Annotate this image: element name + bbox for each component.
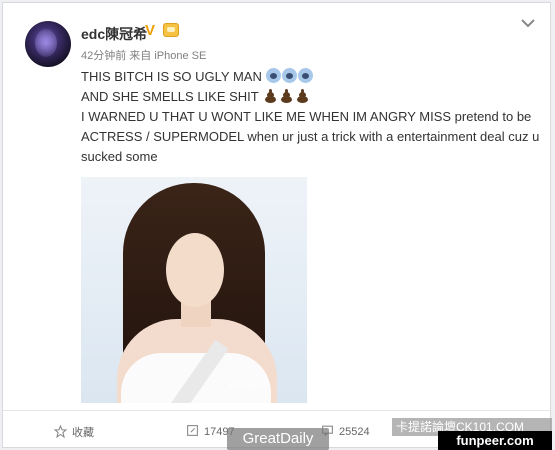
scream-emoji-icon <box>266 68 282 83</box>
post-text: THIS BITCH IS SO UGLY MAN AND SHE SMELLS… <box>81 67 541 167</box>
post-meta: 42分钟前 来自 iPhone SE <box>81 50 207 62</box>
star-icon <box>53 424 68 439</box>
verified-badge-icon[interactable]: V <box>145 22 155 39</box>
weibo-post-card: edc陳冠希 V 42分钟前 来自 iPhone SE THIS BITCH I… <box>2 2 551 448</box>
username-link[interactable]: edc陳冠希 <box>81 24 147 44</box>
poop-emoji-icon <box>279 89 294 103</box>
post-photo[interactable]: @新浪娱乐 <box>81 177 307 403</box>
scream-emoji-icon <box>298 68 314 83</box>
scream-emoji-icon <box>282 68 298 83</box>
poop-emoji-icon <box>263 89 278 103</box>
repost-icon <box>187 425 198 436</box>
post-line: I WARNED U THAT U WONT LIKE ME WHEN IM A… <box>81 109 540 164</box>
post-line: THIS BITCH IS SO UGLY MAN <box>81 67 541 87</box>
avatar[interactable] <box>25 21 71 67</box>
poop-emoji-icon <box>295 89 310 103</box>
favorite-button[interactable]: 收藏 <box>53 424 94 440</box>
photo-watermark: @新浪娱乐 <box>229 380 270 389</box>
greatdaily-watermark: GreatDaily <box>227 428 329 450</box>
chevron-down-icon[interactable] <box>520 17 536 29</box>
member-crown-icon[interactable] <box>163 23 179 37</box>
funpeer-watermark: funpeer.com <box>438 431 552 450</box>
post-line: AND SHE SMELLS LIKE SHIT <box>81 87 541 107</box>
